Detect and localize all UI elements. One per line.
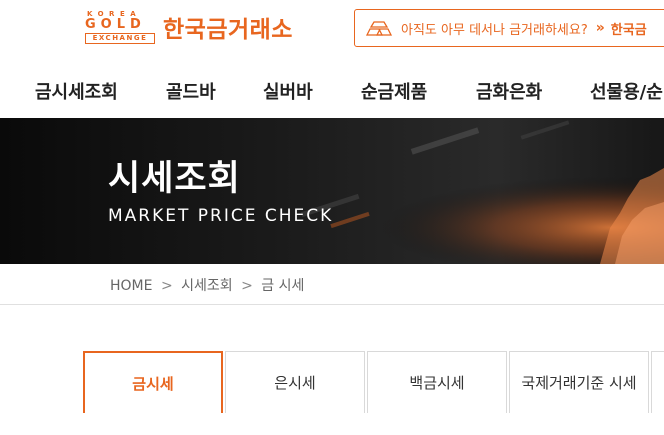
breadcrumb-separator: > <box>241 278 253 294</box>
tab-international-price[interactable]: 국제거래기준 시세 <box>509 351 649 413</box>
breadcrumb-home[interactable]: HOME <box>110 278 152 294</box>
logo[interactable]: KOREA GOLD EXCHANGE 한국금거래소 <box>85 10 293 44</box>
tab-more[interactable] <box>651 351 664 413</box>
nav-item-silver-bar[interactable]: 실버바 <box>263 78 313 104</box>
page-title: 시세조회 <box>108 159 241 199</box>
promo-banner[interactable]: 아직도 아무 데서나 금거래하세요? » 한국금 <box>354 9 664 47</box>
breadcrumb-separator: > <box>160 278 173 294</box>
tab-platinum-price[interactable]: 백금시세 <box>367 351 507 413</box>
logo-name: 한국금거래소 <box>163 17 293 43</box>
divider <box>0 304 664 305</box>
hero-banner: 시세조회 MARKET PRICE CHECK <box>0 118 664 264</box>
breadcrumb: HOME > 시세조회 > 금 시세 <box>110 275 304 295</box>
hero-background-image <box>0 118 664 264</box>
nav-item-pure-gold[interactable]: 순금제품 <box>361 78 427 104</box>
main-nav: 금시세조회 골드바 실버바 순금제품 금화은화 선물용/순 <box>0 62 664 118</box>
promo-text: 아직도 아무 데서나 금거래하세요? <box>401 22 588 38</box>
tab-silver-price[interactable]: 은시세 <box>225 351 365 413</box>
logo-gold-text: GOLD <box>85 17 146 32</box>
logo-exchange-text: EXCHANGE <box>85 33 155 44</box>
nav-item-gold-bar[interactable]: 골드바 <box>166 78 216 104</box>
double-chevron-right-icon: » <box>595 20 605 36</box>
tab-gold-price[interactable]: 금시세 <box>83 351 223 413</box>
logo-mark: KOREA GOLD EXCHANGE <box>85 11 157 44</box>
breadcrumb-level1[interactable]: 시세조회 <box>181 278 233 294</box>
nav-item-coins[interactable]: 금화은화 <box>476 78 542 104</box>
gold-bar-icon <box>365 21 393 36</box>
nav-item-gifts[interactable]: 선물용/순 <box>590 78 663 104</box>
page-subtitle: MARKET PRICE CHECK <box>108 206 334 226</box>
breadcrumb-current: 금 시세 <box>261 278 305 294</box>
promo-link[interactable]: 한국금 <box>611 19 647 38</box>
nav-item-gold-price[interactable]: 금시세조회 <box>35 78 118 104</box>
site-header: KOREA GOLD EXCHANGE 한국금거래소 아직도 아무 데서나 금거… <box>0 0 664 56</box>
